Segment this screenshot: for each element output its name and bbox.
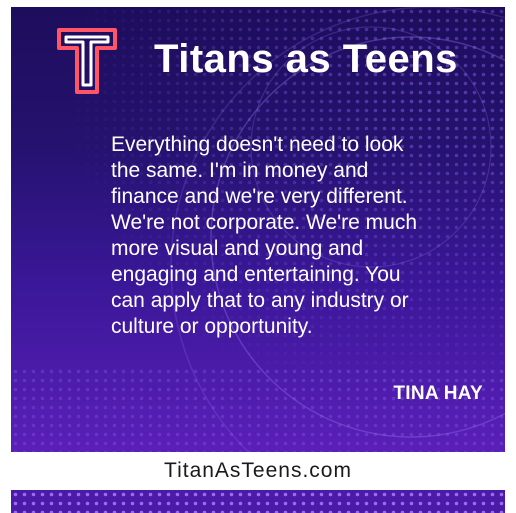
quote-text: Everything doesn't need to look the same…: [111, 133, 418, 338]
quote-author: TINA HAY: [393, 383, 483, 404]
footer-bar: TitanAsTeens.com: [0, 452, 516, 490]
website-link[interactable]: TitanAsTeens.com: [164, 459, 352, 483]
t-monogram-logo-icon: [57, 28, 117, 94]
quote-card: Titans as Teens Everything doesn't need …: [11, 7, 505, 452]
bottom-pattern-strip: [11, 490, 505, 513]
dotted-strip-pattern: [11, 490, 505, 513]
brand-title: Titans as Teens: [154, 37, 458, 81]
